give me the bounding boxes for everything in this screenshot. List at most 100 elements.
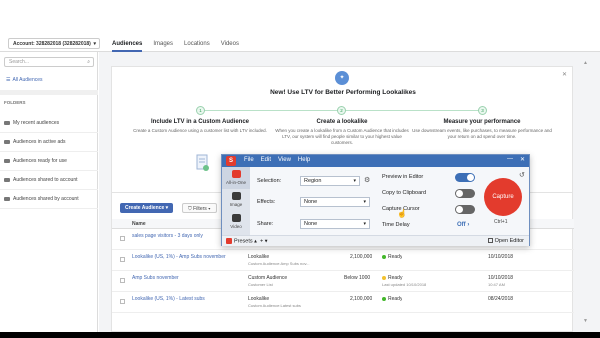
presets-button[interactable]: Presets ▴ + ▾ (226, 238, 268, 244)
audience-name[interactable]: Lookalike (US, 1%) - Amp Subs november (132, 254, 226, 260)
search-input[interactable]: Search... ⌕ (4, 57, 94, 67)
capture-cursor-toggle[interactable] (455, 205, 475, 214)
row-checkbox[interactable] (120, 278, 125, 283)
reset-icon[interactable]: ↺ (519, 171, 525, 179)
table-row[interactable]: Lookalike (US, 1%) - Amp Subs november L… (112, 251, 574, 271)
step-description: Use downstream events, like purchases, t… (412, 128, 552, 139)
folder-item[interactable]: Audiences in active ads (0, 133, 98, 152)
time-delay-text: Off (457, 222, 466, 228)
type-sub: Custom Audience:Latest subs (248, 303, 301, 308)
folders-heading: FOLDERS (4, 100, 26, 105)
audience-size: Below 1000 (344, 275, 371, 281)
step-description: When you create a lookalike from a Custo… (275, 128, 409, 145)
folder-label: Audiences in active ads (13, 139, 66, 145)
column-header-name[interactable]: Name (132, 221, 146, 227)
sidebar: Search... ⌕ ☰ All Audiences FOLDERS My re… (0, 52, 98, 332)
step-title: Measure your performance (443, 119, 521, 125)
mode-image[interactable]: Image (222, 189, 250, 211)
chevron-down-icon: ▾ (93, 41, 96, 47)
audience-name[interactable]: sales page visitors - 3 days only (132, 233, 203, 239)
share-dropdown[interactable]: None ▾ (300, 219, 370, 229)
audience-date: 10/10/2018 (488, 254, 514, 260)
row-checkbox[interactable] (120, 236, 125, 241)
divider (0, 90, 98, 95)
type-label: Lookalike (248, 296, 270, 302)
folder-icon (4, 158, 10, 163)
tab-images[interactable]: Images (153, 36, 173, 52)
capture-app-logo-icon: S (226, 156, 236, 166)
close-icon[interactable]: ✕ (562, 71, 567, 78)
scroll-down-icon[interactable]: ▼ (583, 318, 588, 324)
menu-help[interactable]: Help (298, 157, 310, 163)
tab-videos[interactable]: Videos (221, 36, 239, 52)
mode-label: Video (230, 224, 242, 229)
folder-item[interactable]: Audiences shared to account (0, 171, 98, 190)
table-row[interactable]: Lookalike (US, 1%) - Latest subs Lookali… (112, 293, 574, 313)
scroll-up-icon[interactable]: ▲ (583, 60, 588, 66)
capture-footer: Presets ▴ + ▾ Open Editor (222, 235, 529, 246)
account-label: Account: 328282018 (328282018) (13, 41, 91, 47)
filters-label: Filters (193, 206, 207, 212)
gear-icon[interactable]: ⚙ (364, 176, 370, 184)
sidebar-item-label: All Audiences (12, 77, 43, 83)
create-audience-label: Create Audience (125, 205, 165, 211)
effects-label: Effects: (257, 199, 276, 205)
tab-audiences[interactable]: Audiences (112, 36, 143, 52)
row-checkbox[interactable] (120, 257, 125, 262)
capture-button[interactable]: Capture (484, 178, 522, 216)
capture-shortcut: Ctrl+1 (494, 219, 508, 225)
filters-button[interactable]: ⛉ Filters ▾ (182, 203, 217, 213)
all-in-one-icon (231, 170, 241, 178)
hand-cursor-icon: ☝ (397, 209, 407, 218)
nav-tabs: Audiences Images Locations Videos (112, 36, 239, 52)
folder-item[interactable]: Audiences ready for use (0, 152, 98, 171)
toggle-knob (467, 174, 474, 181)
capture-titlebar[interactable]: S File Edit View Help — ✕ (222, 155, 529, 167)
account-selector[interactable]: Account: 328282018 (328282018) ▾ (8, 38, 100, 49)
folder-label: Audiences shared by account (13, 196, 79, 202)
bottom-strip (0, 332, 600, 338)
folder-item[interactable]: Audiences shared by account (0, 190, 98, 209)
status-dot-icon (382, 254, 386, 259)
mode-all-in-one[interactable]: All-in-One (222, 167, 250, 189)
tab-locations[interactable]: Locations (184, 36, 210, 52)
folder-icon (4, 139, 10, 144)
menu-edit[interactable]: Edit (261, 157, 271, 163)
open-editor-button[interactable]: Open Editor (487, 238, 524, 244)
mode-label: Image (229, 202, 243, 207)
audience-name[interactable]: Lookalike (US, 1%) - Latest subs (132, 296, 205, 302)
presets-label: Presets (234, 238, 253, 245)
folder-label: Audiences ready for use (13, 158, 67, 164)
menu-view[interactable]: View (278, 157, 291, 163)
audience-status: Ready (382, 296, 402, 302)
date-sub: 10:47 AM (488, 282, 505, 287)
folder-item[interactable]: My recent audiences (0, 114, 98, 133)
selection-dropdown[interactable]: Region ▾ (300, 176, 360, 186)
search-icon: ⌕ (87, 59, 90, 65)
audience-name[interactable]: Amp Subs november (132, 275, 179, 281)
sidebar-item-all-audiences[interactable]: ☰ All Audiences (4, 73, 94, 87)
create-audience-button[interactable]: Create Audience ▾ (120, 203, 174, 213)
copy-to-clipboard-toggle[interactable] (455, 189, 475, 198)
list-icon: ☰ (6, 77, 11, 83)
time-delay-value[interactable]: Off › (457, 222, 469, 228)
top-bar: Account: 328282018 (328282018) ▾ Audienc… (0, 36, 600, 52)
mode-video[interactable]: Video (222, 211, 250, 233)
step-title: Include LTV in a Custom Audience (150, 119, 249, 125)
close-icon[interactable]: ✕ (520, 156, 525, 163)
minimize-icon[interactable]: — (507, 156, 513, 163)
selection-label: Selection: (257, 178, 282, 184)
type-label: Custom Audience (248, 275, 288, 281)
row-checkbox[interactable] (120, 299, 125, 304)
menu-file[interactable]: File (244, 157, 254, 163)
status-label: Ready (388, 275, 403, 281)
toggle-knob (456, 206, 463, 213)
table-row[interactable]: Amp Subs november Custom Audience Custome… (112, 272, 574, 292)
preview-in-editor-toggle[interactable] (455, 173, 475, 182)
folder-icon (4, 196, 10, 201)
step-number: 2 (337, 106, 346, 115)
status-dot-icon (382, 296, 386, 301)
effects-dropdown[interactable]: None ▾ (300, 197, 370, 207)
window-controls: — ✕ (507, 156, 525, 163)
option-copy-to-clipboard: Copy to Clipboard (382, 190, 427, 196)
